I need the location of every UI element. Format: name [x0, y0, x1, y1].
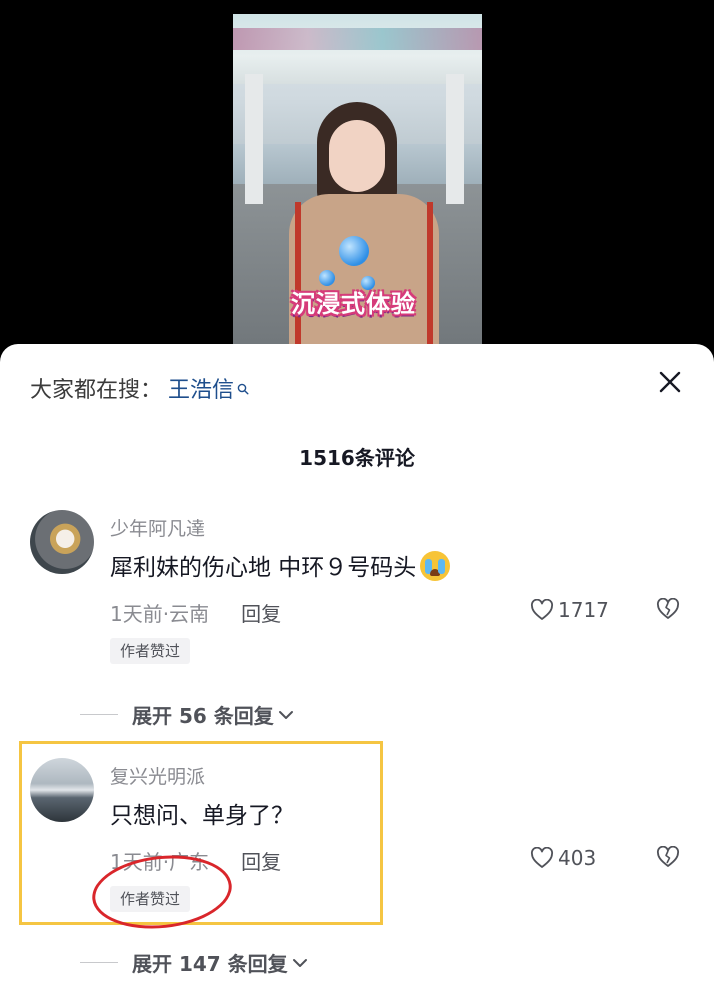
search-prefix: 大家都在搜：: [30, 378, 163, 403]
like-count: 1717: [558, 598, 609, 622]
avatar[interactable]: [30, 510, 94, 574]
divider: [80, 714, 118, 715]
comment-username[interactable]: 少年阿凡達: [110, 514, 205, 541]
search-icon: [237, 376, 249, 395]
reply-button[interactable]: 回复: [241, 598, 281, 627]
close-icon[interactable]: [656, 368, 684, 396]
chevron-down-icon: [292, 958, 307, 967]
like-count: 403: [558, 846, 597, 870]
chevron-down-icon: [278, 710, 293, 719]
expand-replies-label: 展开 147 条回复: [132, 952, 288, 976]
divider: [80, 962, 118, 963]
crying-emoji-icon: [420, 551, 451, 581]
heart-icon: [530, 847, 554, 868]
bubble-sticker: [339, 236, 369, 266]
search-suggestion[interactable]: 大家都在搜： 王浩信: [30, 370, 249, 406]
comments-count-title: 1516条评论: [299, 446, 415, 470]
comment-time-location: 1天前·云南: [110, 602, 210, 626]
search-term-link[interactable]: 王浩信: [168, 372, 234, 404]
comment-text: 犀利妹的伤心地 中环９号码头: [110, 548, 451, 582]
broken-heart-icon: [656, 597, 680, 619]
like-button[interactable]: 1717: [530, 598, 609, 622]
video-player[interactable]: 沉浸式体验: [233, 14, 482, 354]
video-pillar-left: [245, 74, 263, 204]
comment-text-body: 犀利妹的伤心地 中环９号码头: [110, 555, 417, 581]
like-button[interactable]: 403: [530, 846, 596, 870]
comment-meta: 1天前·云南 回复: [110, 598, 281, 627]
heart-icon: [530, 599, 554, 620]
video-area: 沉浸式体验: [0, 0, 714, 360]
broken-heart-icon: [656, 845, 680, 867]
expand-replies-button[interactable]: 展开 147 条回复: [80, 948, 308, 977]
video-pillar-right: [446, 74, 464, 204]
video-banner: [233, 28, 482, 50]
video-caption: 沉浸式体验: [291, 290, 416, 318]
author-liked-badge: 作者赞过: [110, 638, 191, 664]
comments-sheet: 大家都在搜： 王浩信 1516条评论 少年阿凡達 犀利妹的伤心地 中环９号码头 …: [0, 344, 714, 1000]
dislike-button[interactable]: [656, 597, 680, 620]
dislike-button[interactable]: [656, 845, 680, 868]
expand-replies-label: 展开 56 条回复: [132, 704, 274, 728]
expand-replies-button[interactable]: 展开 56 条回复: [80, 700, 294, 729]
